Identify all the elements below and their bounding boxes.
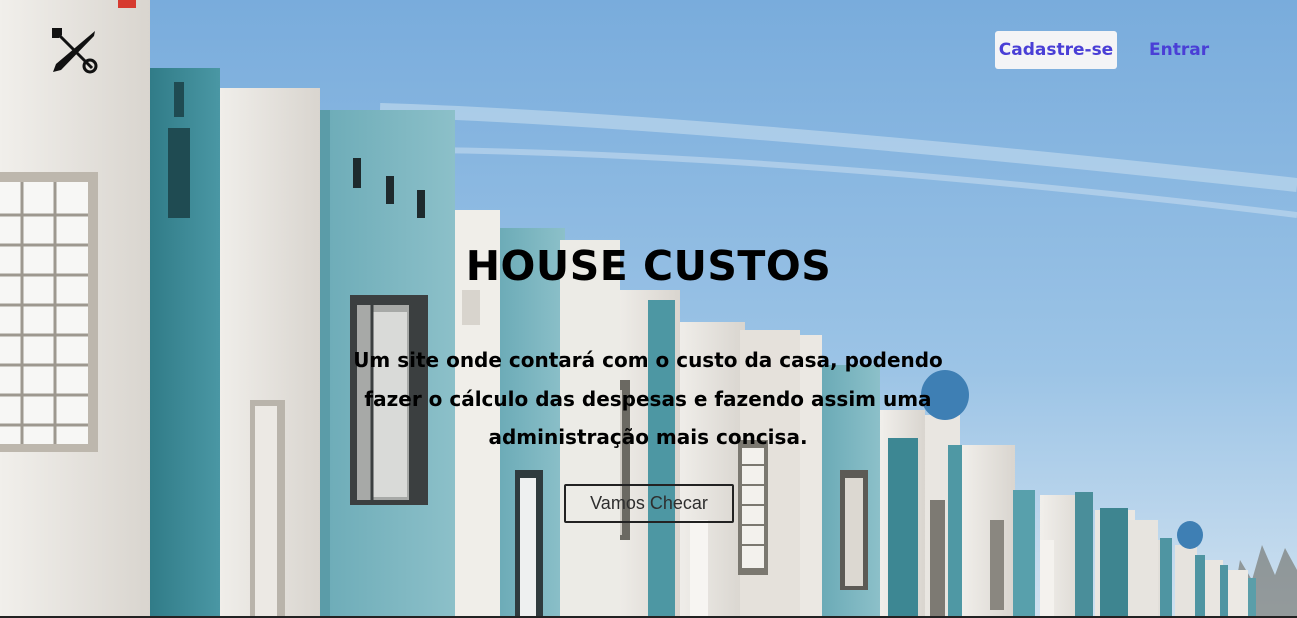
top-nav: Cadastre-se Entrar (977, 31, 1297, 69)
background-photo (0, 0, 1297, 618)
hero-section: Cadastre-se Entrar HOUSE CUSTOS Um site … (0, 0, 1297, 618)
page-title: HOUSE CUSTOS (465, 242, 832, 290)
login-link[interactable]: Entrar (1149, 31, 1209, 69)
signup-button[interactable]: Cadastre-se (995, 31, 1117, 69)
hero-description: Um site onde contará com o custo da casa… (353, 348, 943, 449)
check-button[interactable]: Vamos Checar (564, 484, 734, 523)
logo-wrench-screwdriver-icon[interactable] (50, 26, 100, 76)
